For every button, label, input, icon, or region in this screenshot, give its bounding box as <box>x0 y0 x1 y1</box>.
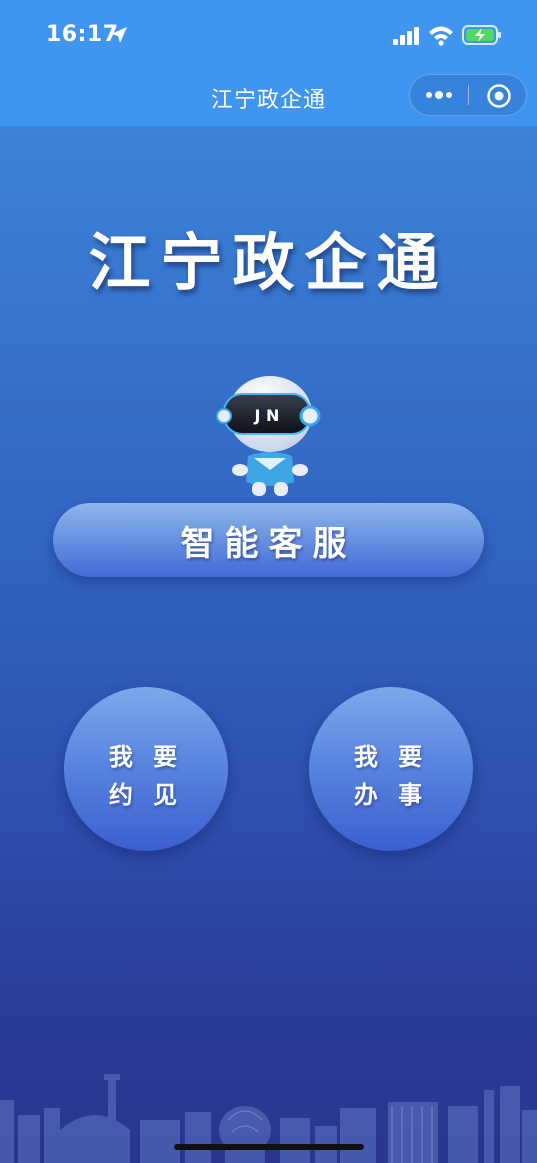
handle-affairs-line2: 办 事 <box>353 781 429 809</box>
mini-program-capsule <box>409 74 527 116</box>
battery-charging-icon <box>462 25 501 45</box>
smart-service-button[interactable]: 智能客服 <box>53 503 484 577</box>
capsule-divider <box>468 85 469 105</box>
hero-title: 江宁政企通 <box>88 226 449 299</box>
cellular-signal-icon <box>393 27 419 45</box>
mascot-badge: J N <box>254 406 280 425</box>
appointment-line1: 我 要 <box>108 743 184 771</box>
status-time: 16:17 <box>46 22 119 47</box>
smart-service-label: 智能客服 <box>180 523 357 564</box>
status-bar: 16:17 <box>0 0 537 70</box>
handle-affairs-button[interactable]: 我 要 办 事 <box>309 687 473 851</box>
robot-mascot-icon: J N <box>216 376 321 496</box>
close-target-icon[interactable] <box>486 83 512 109</box>
more-dots-icon[interactable] <box>424 86 454 104</box>
wifi-icon <box>429 26 453 46</box>
home-indicator <box>174 1144 364 1150</box>
appointment-line2: 约 见 <box>108 781 184 809</box>
location-arrow-icon <box>111 27 127 43</box>
handle-affairs-line1: 我 要 <box>353 743 429 771</box>
appointment-button[interactable]: 我 要 约 见 <box>64 687 228 851</box>
nav-bar: 江宁政企通 <box>0 70 537 126</box>
